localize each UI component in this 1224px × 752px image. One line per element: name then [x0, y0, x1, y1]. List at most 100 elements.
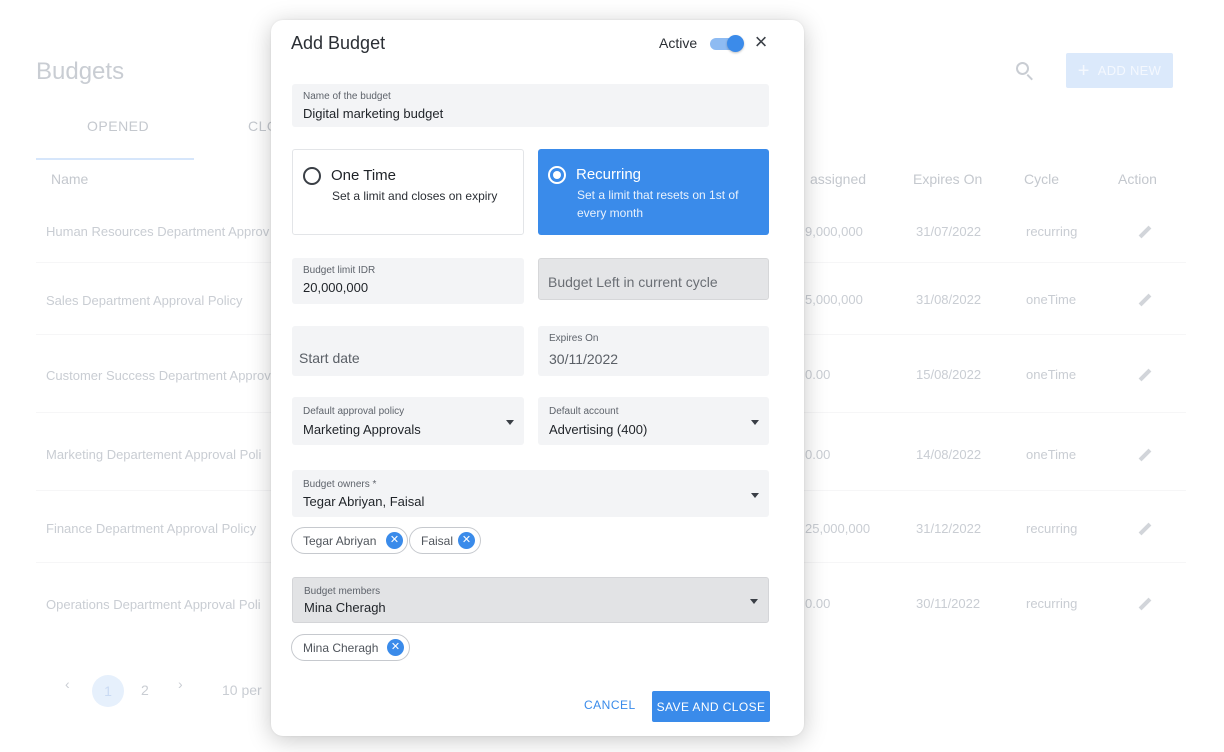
remove-chip-icon[interactable]: ✕: [386, 532, 403, 549]
row-cycle: recurring: [1026, 596, 1078, 611]
pencil-icon[interactable]: [1136, 291, 1152, 307]
row-name: Customer Success Department Approv: [46, 368, 271, 383]
budget-name-label: Name of the budget: [303, 91, 391, 102]
add-new-button[interactable]: + ADD NEW: [1066, 53, 1173, 88]
row-name: Finance Department Approval Policy: [46, 521, 257, 536]
row-assigned: 9,000,000: [805, 224, 863, 239]
pencil-icon[interactable]: [1136, 446, 1152, 462]
expires-on-label: Expires On: [549, 333, 599, 344]
page-title: Budgets: [36, 58, 125, 85]
column-header-cycle: Cycle: [1024, 171, 1060, 187]
budget-owners-label: Budget owners *: [303, 479, 377, 490]
owner-chip: Tegar Abriyan ✕: [291, 527, 408, 554]
column-header-expires: Expires On: [913, 171, 983, 187]
row-name: Operations Department Approval Poli: [46, 597, 261, 612]
budget-owners-select[interactable]: Budget owners * Tegar Abriyan, Faisal: [292, 470, 769, 517]
chevron-down-icon: [751, 420, 759, 425]
column-header-assigned: assigned: [810, 171, 867, 187]
row-name: Sales Department Approval Policy: [46, 293, 243, 308]
budget-left-placeholder: Budget Left in current cycle: [548, 274, 718, 290]
row-expires: 31/07/2022: [916, 224, 982, 239]
member-chip: Mina Cheragh ✕: [291, 634, 410, 661]
member-chip-label: Mina Cheragh: [303, 640, 379, 655]
row-assigned: 25,000,000: [805, 521, 871, 536]
recurring-option[interactable]: Recurring Set a limit that resets on 1st…: [538, 149, 769, 235]
pencil-icon[interactable]: [1136, 366, 1152, 382]
row-assigned: 5,000,000: [805, 292, 863, 307]
plus-icon: +: [1077, 59, 1090, 82]
per-page-select[interactable]: 10 per: [222, 682, 262, 698]
budget-name-field[interactable]: Name of the budget Digital marketing bud…: [292, 84, 769, 127]
row-name: Human Resources Department Approv: [46, 224, 270, 239]
pencil-icon[interactable]: [1136, 520, 1152, 536]
one-time-option[interactable]: One Time Set a limit and closes on expir…: [292, 149, 524, 235]
add-new-label: ADD NEW: [1097, 63, 1162, 78]
row-assigned: 0.00: [805, 447, 831, 462]
close-icon[interactable]: ×: [751, 31, 771, 53]
start-date-field[interactable]: Start date: [292, 326, 524, 376]
search-icon[interactable]: [1014, 60, 1036, 82]
budget-limit-field[interactable]: Budget limit IDR 20,000,000: [292, 258, 524, 304]
active-label: Active: [659, 35, 698, 51]
budget-limit-label: Budget limit IDR: [303, 265, 376, 276]
column-header-name: Name: [51, 171, 89, 187]
one-time-title: One Time: [331, 167, 397, 184]
save-and-close-button[interactable]: SAVE AND CLOSE: [652, 691, 770, 722]
add-budget-modal: Add Budget Active × Name of the budget D…: [271, 20, 804, 736]
expires-on-value: 30/11/2022: [549, 351, 619, 367]
chevron-down-icon: [506, 420, 514, 425]
start-date-placeholder: Start date: [299, 350, 360, 366]
recurring-title: Recurring: [576, 166, 642, 183]
page-2-button[interactable]: 2: [141, 682, 149, 698]
row-name: Marketing Departement Approval Poli: [46, 447, 262, 462]
row-cycle: recurring: [1026, 521, 1078, 536]
owner-chip-label: Tegar Abriyan: [303, 533, 377, 548]
budget-members-value: Mina Cheragh: [304, 600, 386, 615]
row-cycle: oneTime: [1026, 367, 1077, 382]
budget-owners-value: Tegar Abriyan, Faisal: [303, 494, 425, 509]
row-cycle: recurring: [1026, 224, 1078, 239]
row-expires: 30/11/2022: [916, 596, 981, 611]
chevron-down-icon: [750, 599, 758, 604]
approval-policy-value: Marketing Approvals: [303, 422, 421, 437]
cancel-button[interactable]: CANCEL: [584, 698, 636, 712]
default-account-label: Default account: [549, 406, 619, 417]
row-cycle: oneTime: [1026, 292, 1077, 307]
page-1-button[interactable]: 1: [92, 675, 124, 707]
remove-chip-icon[interactable]: ✕: [458, 532, 475, 549]
recurring-description: Set a limit that resets on 1st of every …: [577, 188, 739, 220]
row-expires: 31/12/2022: [916, 521, 982, 536]
active-tab-indicator: [36, 158, 194, 160]
default-account-value: Advertising (400): [549, 422, 648, 437]
owner-chip-label: Faisal: [421, 533, 454, 548]
row-assigned: 0.00: [805, 596, 831, 611]
tab-opened[interactable]: OPENED: [87, 118, 149, 134]
chevron-down-icon: [751, 492, 759, 498]
radio-selected-icon: [548, 166, 566, 184]
approval-policy-select[interactable]: Default approval policy Marketing Approv…: [292, 397, 524, 445]
row-assigned: 0.00: [805, 367, 831, 382]
owner-chip: Faisal ✕: [409, 527, 481, 554]
expires-on-field[interactable]: Expires On 30/11/2022: [538, 326, 769, 376]
one-time-description: Set a limit and closes on expiry: [332, 189, 498, 203]
row-cycle: oneTime: [1026, 447, 1077, 462]
budget-limit-value: 20,000,000: [303, 280, 369, 295]
modal-title: Add Budget: [291, 33, 386, 53]
budget-members-label: Budget members: [304, 586, 381, 597]
pencil-icon[interactable]: [1136, 595, 1152, 611]
remove-chip-icon[interactable]: ✕: [387, 639, 404, 656]
radio-unselected-icon: [303, 167, 321, 185]
pencil-icon[interactable]: [1136, 223, 1152, 239]
row-expires: 31/08/2022: [916, 292, 982, 307]
budget-left-field: Budget Left in current cycle: [538, 258, 769, 300]
column-header-action: Action: [1118, 171, 1157, 187]
row-expires: 14/08/2022: [916, 447, 982, 462]
prev-page-icon[interactable]: ‹: [65, 676, 70, 692]
next-page-icon[interactable]: ›: [178, 676, 183, 692]
budget-name-value: Digital marketing budget: [303, 106, 444, 121]
approval-policy-label: Default approval policy: [303, 406, 405, 417]
row-expires: 15/08/2022: [916, 367, 982, 382]
active-toggle[interactable]: [710, 35, 744, 52]
default-account-select[interactable]: Default account Advertising (400): [538, 397, 769, 445]
budget-members-select[interactable]: Budget members Mina Cheragh: [292, 577, 769, 623]
